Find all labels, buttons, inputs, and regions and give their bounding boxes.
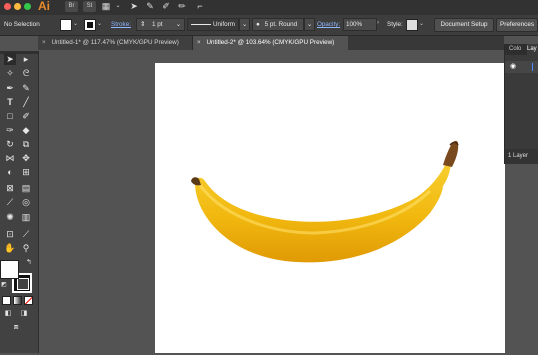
stepper-icon[interactable]: ⇕ <box>137 21 145 28</box>
column-graph-icon[interactable]: ▥ <box>20 211 32 223</box>
tools-panel: ➤ ▸ ✧ ᘓ ✒ ✎ T ╱ □ ✐ ✑ ◆ ↻ ⧉ ⋈ ✥ ◐ ⊞ ⊠ ▤ … <box>0 51 39 353</box>
fill-swatch[interactable] <box>60 19 72 31</box>
draw-mode-icon[interactable]: ◧ <box>2 308 14 320</box>
swap-colors-icon[interactable]: ↰ <box>26 258 32 266</box>
tab-close-icon[interactable]: × <box>38 39 46 46</box>
stock-button[interactable]: St <box>83 1 96 12</box>
zoom-icon[interactable]: ⚲ <box>20 242 32 254</box>
profile-line <box>191 24 211 25</box>
brush-definition-field[interactable]: ● 5 pt. Round <box>252 18 304 31</box>
panel-footer: 1 Layer <box>505 149 538 164</box>
close-window-button[interactable] <box>4 3 11 10</box>
tab-close-icon[interactable]: × <box>193 39 201 46</box>
brush-dot-icon: ● <box>256 21 260 28</box>
free-transform-icon[interactable]: ✥ <box>20 152 32 164</box>
tab-label: Untitled-2* @ 103.64% (CMYK/GPU Preview) <box>206 39 335 46</box>
tab-color[interactable]: Colo <box>509 46 521 52</box>
pencil-icon[interactable]: ✏ <box>176 1 188 12</box>
brush-dropdown-icon[interactable]: ⌄ <box>304 18 315 31</box>
document-setup-button[interactable]: Document Setup <box>434 18 494 32</box>
direct-selection-tool-icon[interactable]: ▸ <box>20 53 32 65</box>
profile-value: Uniform <box>212 21 235 28</box>
chevron-right-icon[interactable]: › <box>377 20 379 26</box>
mesh-icon[interactable]: ⊠ <box>4 182 16 194</box>
hand-icon[interactable]: ✋ <box>4 242 16 254</box>
workspace-switcher-icon[interactable]: ▦ <box>100 1 112 12</box>
stroke-weight-field[interactable]: ⇕ 1 pt ⌄ <box>136 18 185 31</box>
brush-value: 5 pt. Round <box>264 21 298 28</box>
rectangle-icon[interactable]: □ <box>4 110 16 122</box>
chevron-down-icon[interactable]: ⌄ <box>176 19 181 30</box>
zoom-window-button[interactable] <box>24 3 31 10</box>
blend-icon[interactable]: ◎ <box>20 196 32 208</box>
eraser-icon[interactable]: ◆ <box>20 124 32 136</box>
pen-icon[interactable]: ✒ <box>4 82 16 94</box>
default-colors-icon[interactable]: ◩ <box>1 281 7 288</box>
preferences-button[interactable]: Preferences <box>496 18 538 32</box>
blob-brush-icon[interactable]: ✎ <box>144 1 156 12</box>
line-icon[interactable]: ╱ <box>20 96 32 108</box>
artboard[interactable] <box>155 63 505 353</box>
graphic-style-swatch[interactable] <box>406 19 418 31</box>
eye-icon[interactable]: ◉ <box>510 62 516 70</box>
color-mode-icon[interactable] <box>2 296 11 305</box>
tab-untitled-1[interactable]: × Untitled-1* @ 117.47% (CMYK/GPU Previe… <box>38 36 193 50</box>
layers-panel: Colo Lay ◉ 1 Layer <box>504 44 538 164</box>
stroke-dropdown-icon[interactable]: ⌄ <box>97 20 102 27</box>
shape-builder-icon[interactable]: ◐ <box>4 166 16 178</box>
banana-image[interactable] <box>155 63 505 353</box>
draw-behind-icon[interactable]: ◨ <box>18 308 30 320</box>
layer-count: 1 Layer <box>508 153 529 159</box>
tab-layers[interactable]: Lay <box>527 44 538 55</box>
paintbrush-icon[interactable]: ✐ <box>20 110 32 122</box>
style-label: Style: <box>387 21 403 28</box>
tab-label: Untitled-1* @ 117.47% (CMYK/GPU Preview) <box>51 39 179 46</box>
gradient-icon[interactable]: ▤ <box>20 182 32 194</box>
type-icon[interactable]: T <box>4 96 16 108</box>
selection-tool-icon[interactable]: ➤ <box>4 53 16 65</box>
style-dropdown-icon[interactable]: ⌄ <box>419 20 424 27</box>
chevron-down-icon[interactable]: ⌄ <box>112 1 124 12</box>
stroke-weight-value: 1 pt <box>152 21 163 28</box>
variable-width-profile[interactable]: Uniform <box>187 18 239 31</box>
fill-dropdown-icon[interactable]: ⌄ <box>73 20 78 27</box>
none-mode-icon[interactable] <box>24 296 33 305</box>
width-icon[interactable]: ⋈ <box>4 152 16 164</box>
arrow-tool-icon[interactable]: ➤ <box>128 1 140 12</box>
anchor-icon[interactable]: ⌐ <box>194 1 206 12</box>
symbol-sprayer-icon[interactable]: ✺ <box>4 211 16 223</box>
layer-row[interactable]: ◉ <box>505 61 538 73</box>
gradient-mode-icon[interactable] <box>13 296 22 305</box>
stroke-label[interactable]: Stroke: <box>111 21 131 28</box>
profile-dropdown-icon[interactable]: ⌄ <box>239 18 250 31</box>
opacity-field[interactable]: 100% <box>343 18 377 31</box>
rotate-icon[interactable]: ↻ <box>4 138 16 150</box>
fill-color-box[interactable] <box>0 260 19 279</box>
stroke-swatch[interactable] <box>84 19 96 31</box>
artboard-icon[interactable]: ⊡ <box>4 228 16 240</box>
screen-mode-icon[interactable]: ⧈ <box>10 321 22 333</box>
eyedropper-icon[interactable]: ⟋ <box>4 196 16 208</box>
minimize-window-button[interactable] <box>14 3 21 10</box>
scale-icon[interactable]: ⧉ <box>20 138 32 150</box>
selection-status: No Selection <box>4 21 40 28</box>
app-bar: Ai Br St ▦ ⌄ ➤ ✎ ✐ ✏ ⌐ <box>0 0 538 15</box>
illustrator-logo: Ai <box>38 0 50 13</box>
shaper-icon[interactable]: ✑ <box>4 124 16 136</box>
slice-icon[interactable]: ⟋ <box>20 228 32 240</box>
document-tab-bar: × Untitled-1* @ 117.47% (CMYK/GPU Previe… <box>38 36 504 50</box>
curvature-icon[interactable]: ✎ <box>20 82 32 94</box>
lasso-icon[interactable]: ᘓ <box>20 67 32 79</box>
control-bar: No Selection ⌄ ⌄ Stroke: ⇕ 1 pt ⌄ Unifor… <box>0 15 538 36</box>
paintbrush-icon[interactable]: ✐ <box>160 1 172 12</box>
layer-color-bar <box>532 63 533 71</box>
tab-untitled-2[interactable]: × Untitled-2* @ 103.64% (CMYK/GPU Previe… <box>193 36 348 50</box>
opacity-label[interactable]: Opacity: <box>317 21 340 28</box>
bridge-button[interactable]: Br <box>65 1 78 12</box>
perspective-icon[interactable]: ⊞ <box>20 166 32 178</box>
magic-wand-icon[interactable]: ✧ <box>4 67 16 79</box>
